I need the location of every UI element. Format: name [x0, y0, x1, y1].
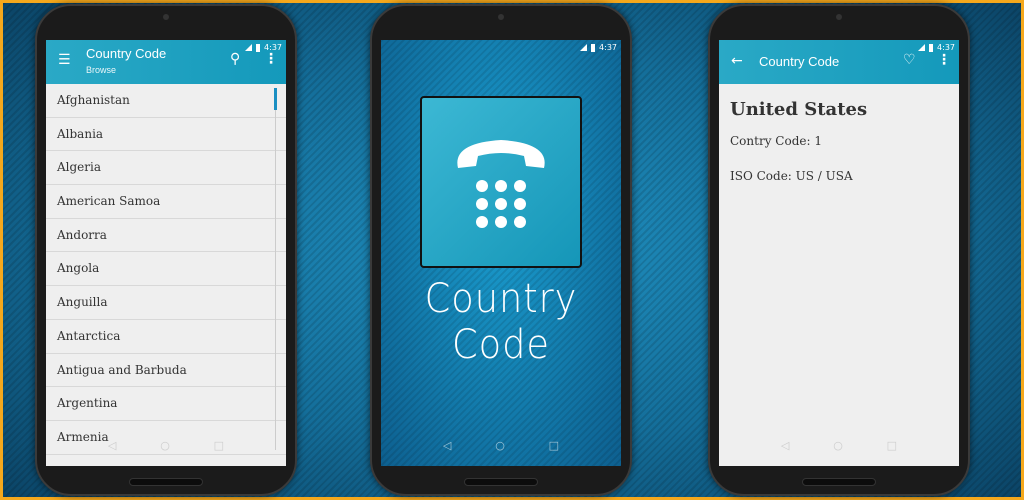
signal-icon [918, 44, 926, 51]
list-item[interactable]: Angola [46, 252, 286, 287]
home-nav-icon[interactable]: ○ [833, 439, 843, 452]
app-title: Country Code [86, 46, 167, 61]
time: 4:37 [599, 43, 617, 52]
country-name: United States [730, 99, 868, 120]
list-item[interactable]: Albania [46, 118, 286, 152]
recents-nav-icon[interactable]: □ [214, 439, 224, 452]
phone-splash: 4:37 Country Code ◁ ○ □ [370, 4, 632, 496]
back-arrow-icon[interactable]: ← [731, 54, 743, 68]
speaker [129, 478, 203, 486]
status-bar: 4:37 [918, 43, 955, 52]
speaker [464, 478, 538, 486]
home-nav-icon[interactable]: ○ [160, 439, 170, 452]
time: 4:37 [937, 43, 955, 52]
heart-icon[interactable]: ♡ [903, 53, 916, 67]
app-bar: 4:37 ☰ Country Code Browse ⚲ ⋮ [46, 40, 286, 84]
list-item[interactable]: American Samoa [46, 185, 286, 219]
splash-title: Country Code [424, 276, 578, 368]
list-item[interactable]: Antarctica [46, 320, 286, 354]
list-item[interactable]: Algeria [46, 151, 286, 186]
back-nav-icon[interactable]: ◁ [781, 439, 789, 452]
more-vert-icon[interactable]: ⋮ [264, 52, 278, 66]
nav-bar: ◁ ○ □ [46, 439, 286, 452]
status-bar: 4:37 [580, 43, 617, 52]
scrollbar[interactable] [274, 88, 277, 110]
list-item[interactable]: Aruba [46, 455, 286, 466]
app-bar: 4:37 ← Country Code ♡ ⋮ [719, 40, 959, 84]
speaker [802, 478, 876, 486]
camera [498, 14, 504, 20]
country-code: Contry Code: 1 [730, 134, 822, 148]
home-nav-icon[interactable]: ○ [495, 439, 505, 452]
menu-icon[interactable]: ☰ [58, 53, 71, 67]
list-item[interactable]: Afghanistan [46, 84, 286, 118]
camera [163, 14, 169, 20]
signal-icon [580, 44, 588, 51]
battery-icon [591, 43, 596, 52]
back-nav-icon[interactable]: ◁ [108, 439, 116, 452]
nav-bar: ◁ ○ □ [381, 439, 621, 452]
list-item[interactable]: Andorra [46, 219, 286, 253]
camera [836, 14, 842, 20]
back-nav-icon[interactable]: ◁ [443, 439, 451, 452]
nav-bar: ◁ ○ □ [719, 439, 959, 452]
detail-screen: 4:37 ← Country Code ♡ ⋮ United States Co… [719, 40, 959, 466]
app-title: Country Code [759, 54, 840, 69]
phone-list: 4:37 ☰ Country Code Browse ⚲ ⋮ Afghanist… [35, 4, 297, 496]
phone-detail: 4:37 ← Country Code ♡ ⋮ United States Co… [708, 4, 970, 496]
list-item[interactable]: Antigua and Barbuda [46, 354, 286, 388]
battery-icon [929, 43, 934, 52]
country-list: Afghanistan Albania Algeria American Samoa A… [46, 84, 286, 466]
iso-code: ISO Code: US / USA [730, 169, 853, 183]
search-icon[interactable]: ⚲ [230, 52, 240, 66]
recents-nav-icon[interactable]: □ [887, 439, 897, 452]
signal-icon [245, 44, 253, 51]
scroll-track [275, 110, 276, 450]
list-item[interactable]: Anguilla [46, 286, 286, 320]
recents-nav-icon[interactable]: □ [549, 439, 559, 452]
app-subtitle: Browse [86, 65, 117, 75]
more-vert-icon[interactable]: ⋮ [937, 53, 951, 67]
phone-keypad-icon [420, 96, 582, 268]
battery-icon [256, 43, 261, 52]
list-screen: 4:37 ☰ Country Code Browse ⚲ ⋮ Afghanist… [46, 40, 286, 466]
list-item[interactable]: Argentina [46, 387, 286, 421]
splash-screen: 4:37 Country Code ◁ ○ □ [381, 40, 621, 466]
